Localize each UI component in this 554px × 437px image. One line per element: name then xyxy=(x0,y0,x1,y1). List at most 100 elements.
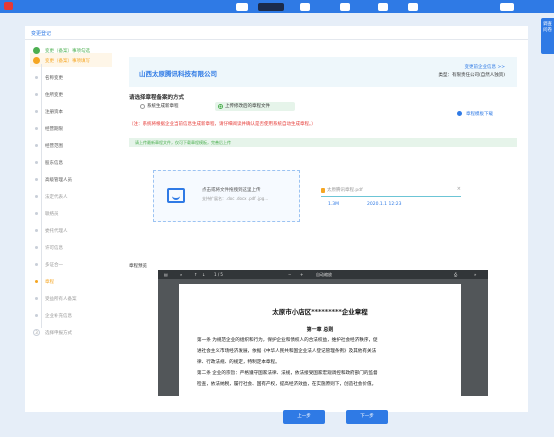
radio-checked-icon xyxy=(218,104,223,109)
step-label: 企业补充信息 xyxy=(45,314,72,319)
option-upload-file[interactable]: 上传修改后的章程文件 xyxy=(215,102,295,111)
step-label: 经营期限 xyxy=(45,127,63,132)
zoom-select[interactable]: 自动缩放 xyxy=(316,270,332,279)
file-size: 1.3M xyxy=(328,202,340,207)
sub-step-item[interactable]: 法定代表人 xyxy=(30,192,110,202)
bullet-icon xyxy=(35,110,38,113)
company-prev-info-link[interactable]: 变更前企业信息 >> xyxy=(465,64,505,70)
pdf-page: 太原市小店区*********企业章程 第一章 总则 第一条 为规范企业的组织和… xyxy=(179,284,461,396)
bullet-icon xyxy=(35,229,38,232)
upload-sub-text: 支持扩展名：.doc .docx .pdf .jpg... xyxy=(202,196,269,201)
step-item[interactable]: 3 选择申报方式 xyxy=(30,328,110,338)
bullet-icon xyxy=(35,161,38,164)
option-label: 系统生成新章程 xyxy=(147,104,179,109)
nav-item-3[interactable] xyxy=(300,3,310,11)
nav-item-6[interactable] xyxy=(408,3,418,11)
close-icon[interactable]: × xyxy=(457,186,461,192)
doc-line: 第一条 为规范企业的组织和行为，保护企业和债权人的合法权益，维护社会经济秩序，促 xyxy=(197,338,378,343)
template-download-link[interactable]: 章程模板下载 xyxy=(466,111,493,117)
upload-dropzone[interactable]: 点击或将文件拖拽到这里上传 支持扩展名：.doc .docx .pdf .jpg… xyxy=(153,170,300,222)
sub-step-item[interactable]: 经营期限 xyxy=(30,124,110,134)
app-logo-icon xyxy=(4,2,13,10)
bullet-icon xyxy=(35,297,38,300)
step-label: 委托代理人 xyxy=(45,229,68,234)
card-title: 变更登记 xyxy=(31,31,52,37)
uploaded-file[interactable]: 太原腾讯章程.pdf × 1.3M 2020.1.1 12:23 xyxy=(321,185,461,217)
company-type: 类型：有限责任公司(自然人独资) xyxy=(438,73,505,78)
sub-step-item[interactable]: 章程 xyxy=(30,277,110,287)
page-up-icon[interactable]: ↑ xyxy=(194,270,197,279)
step-label: 注册资本 xyxy=(45,110,63,115)
step-sidebar: 变更（备案）事项勾选 变更（备案）事项填写 名称变更 住所变更 注册资本 经营期… xyxy=(30,46,112,406)
company-name: 山西太原腾讯科技有限公司 xyxy=(139,70,217,78)
sub-step-item[interactable]: 委托代理人 xyxy=(30,226,110,236)
step-number-icon: 3 xyxy=(33,329,40,336)
bullet-icon xyxy=(35,195,38,198)
step-label: 经营范围 xyxy=(45,144,63,149)
main-content: 山西太原腾讯科技有限公司 变更前企业信息 >> 类型：有限责任公司(自然人独资)… xyxy=(113,40,528,424)
step-label: 选择申报方式 xyxy=(45,331,72,336)
step-item[interactable]: 变更（备案）事项勾选 xyxy=(30,46,110,56)
step-label: 多证合一 xyxy=(45,263,63,268)
preview-title: 章程预览 xyxy=(129,264,147,269)
prev-button[interactable]: 上一步 xyxy=(283,410,325,424)
nav-item-1[interactable] xyxy=(236,3,248,11)
pdf-toolbar: ▤ ⌕ ↑ ↓ 1 / 5 − + 自动缩放 ⎙ » xyxy=(158,270,488,279)
pdf-viewer[interactable]: ▤ ⌕ ↑ ↓ 1 / 5 − + 自动缩放 ⎙ » 太原市小店区*******… xyxy=(158,270,488,396)
option-generate-online[interactable]: 系统生成新章程 xyxy=(137,102,195,111)
radio-icon xyxy=(140,104,145,109)
current-step-icon xyxy=(33,57,40,64)
zoom-in-icon[interactable]: + xyxy=(300,270,303,279)
bullet-icon xyxy=(35,246,38,249)
step-label: 许可信息 xyxy=(45,246,63,251)
company-info-box: 山西太原腾讯科技有限公司 变更前企业信息 >> 类型：有限责任公司(自然人独资) xyxy=(129,57,517,87)
upload-alert: 请上传最新章程文件，仅可下载章程模板，完善后上传 xyxy=(129,138,517,147)
step-label: 高级管理人员 xyxy=(45,178,72,183)
sub-step-item[interactable]: 经营范围 xyxy=(30,141,110,151)
nav-item-7[interactable] xyxy=(500,3,514,11)
file-name: 太原腾讯章程.pdf xyxy=(327,188,363,193)
step-label: 变更（备案）事项勾选 xyxy=(45,49,90,54)
nav-item-5[interactable] xyxy=(378,3,388,11)
bullet-icon xyxy=(35,314,38,317)
page-down-icon[interactable]: ↓ xyxy=(202,270,205,279)
step-item[interactable]: 变更（备案）事项填写 xyxy=(30,56,110,66)
bullet-icon xyxy=(35,263,38,266)
sub-step-item[interactable]: 多证合一 xyxy=(30,260,110,270)
zoom-out-icon[interactable]: − xyxy=(288,270,291,279)
sub-step-item[interactable]: 许可信息 xyxy=(30,243,110,253)
sub-step-item[interactable]: 企业补充信息 xyxy=(30,311,110,321)
step-label: 法定代表人 xyxy=(45,195,68,200)
doc-line: 律、行政法规、的规定，特制定本章程。 xyxy=(197,360,280,365)
doc-line: 检查，依法纳税，履行社会、国有产权，提高经济效益，在实施原则下，创造社会价值。 xyxy=(197,382,377,387)
method-title: 请选择章程备案的方式 xyxy=(129,95,185,101)
upload-main-text: 点击或将文件拖拽到这里上传 xyxy=(202,188,261,193)
next-button[interactable]: 下一步 xyxy=(346,410,388,424)
sub-step-item[interactable]: 住所变更 xyxy=(30,90,110,100)
more-icon[interactable]: » xyxy=(474,270,476,279)
sub-step-item[interactable]: 名称变更 xyxy=(30,73,110,83)
doc-line: 进社会主义市场经济发展，依据《中华人民共和国企业法人登记管理条例》及其他有关法 xyxy=(197,349,377,354)
sub-step-item[interactable]: 股东信息 xyxy=(30,158,110,168)
nav-item-4[interactable] xyxy=(340,3,350,11)
doc-title: 太原市小店区*********企业章程 xyxy=(272,308,368,316)
doc-chapter-heading: 第一章 总则 xyxy=(306,327,334,333)
search-icon[interactable]: ⌕ xyxy=(180,270,182,279)
survey-float-button[interactable]: 调查问卷 xyxy=(541,18,554,54)
method-note: （注：系统将根据企业当前信息生成新章程，请仔细阅读并确认是否使用系统自动生成章程… xyxy=(129,122,316,127)
sub-step-item[interactable]: 受益所有人备案 xyxy=(30,294,110,304)
change-registration-card: 变更登记 变更（备案）事项勾选 变更（备案）事项填写 名称变更 住所变更 注册资… xyxy=(25,26,528,424)
print-icon[interactable]: ⎙ xyxy=(454,270,457,279)
inbox-icon xyxy=(167,188,185,203)
sidebar-toggle-icon[interactable]: ▤ xyxy=(164,270,168,279)
file-date: 2020.1.1 12:23 xyxy=(367,202,402,207)
nav-item-2[interactable] xyxy=(258,3,284,11)
page-indicator[interactable]: 1 / 5 xyxy=(214,270,223,279)
doc-line: 第二条 企业的宗旨：严格遵守国家法律、法规，依法接受国家宏观调控和政府部门的监督 xyxy=(197,371,378,376)
top-navbar xyxy=(0,0,554,13)
sub-step-item[interactable]: 联络员 xyxy=(30,209,110,219)
step-label: 章程 xyxy=(45,280,54,285)
bullet-icon xyxy=(35,280,38,283)
sub-step-item[interactable]: 高级管理人员 xyxy=(30,175,110,185)
sub-step-item[interactable]: 注册资本 xyxy=(30,107,110,117)
